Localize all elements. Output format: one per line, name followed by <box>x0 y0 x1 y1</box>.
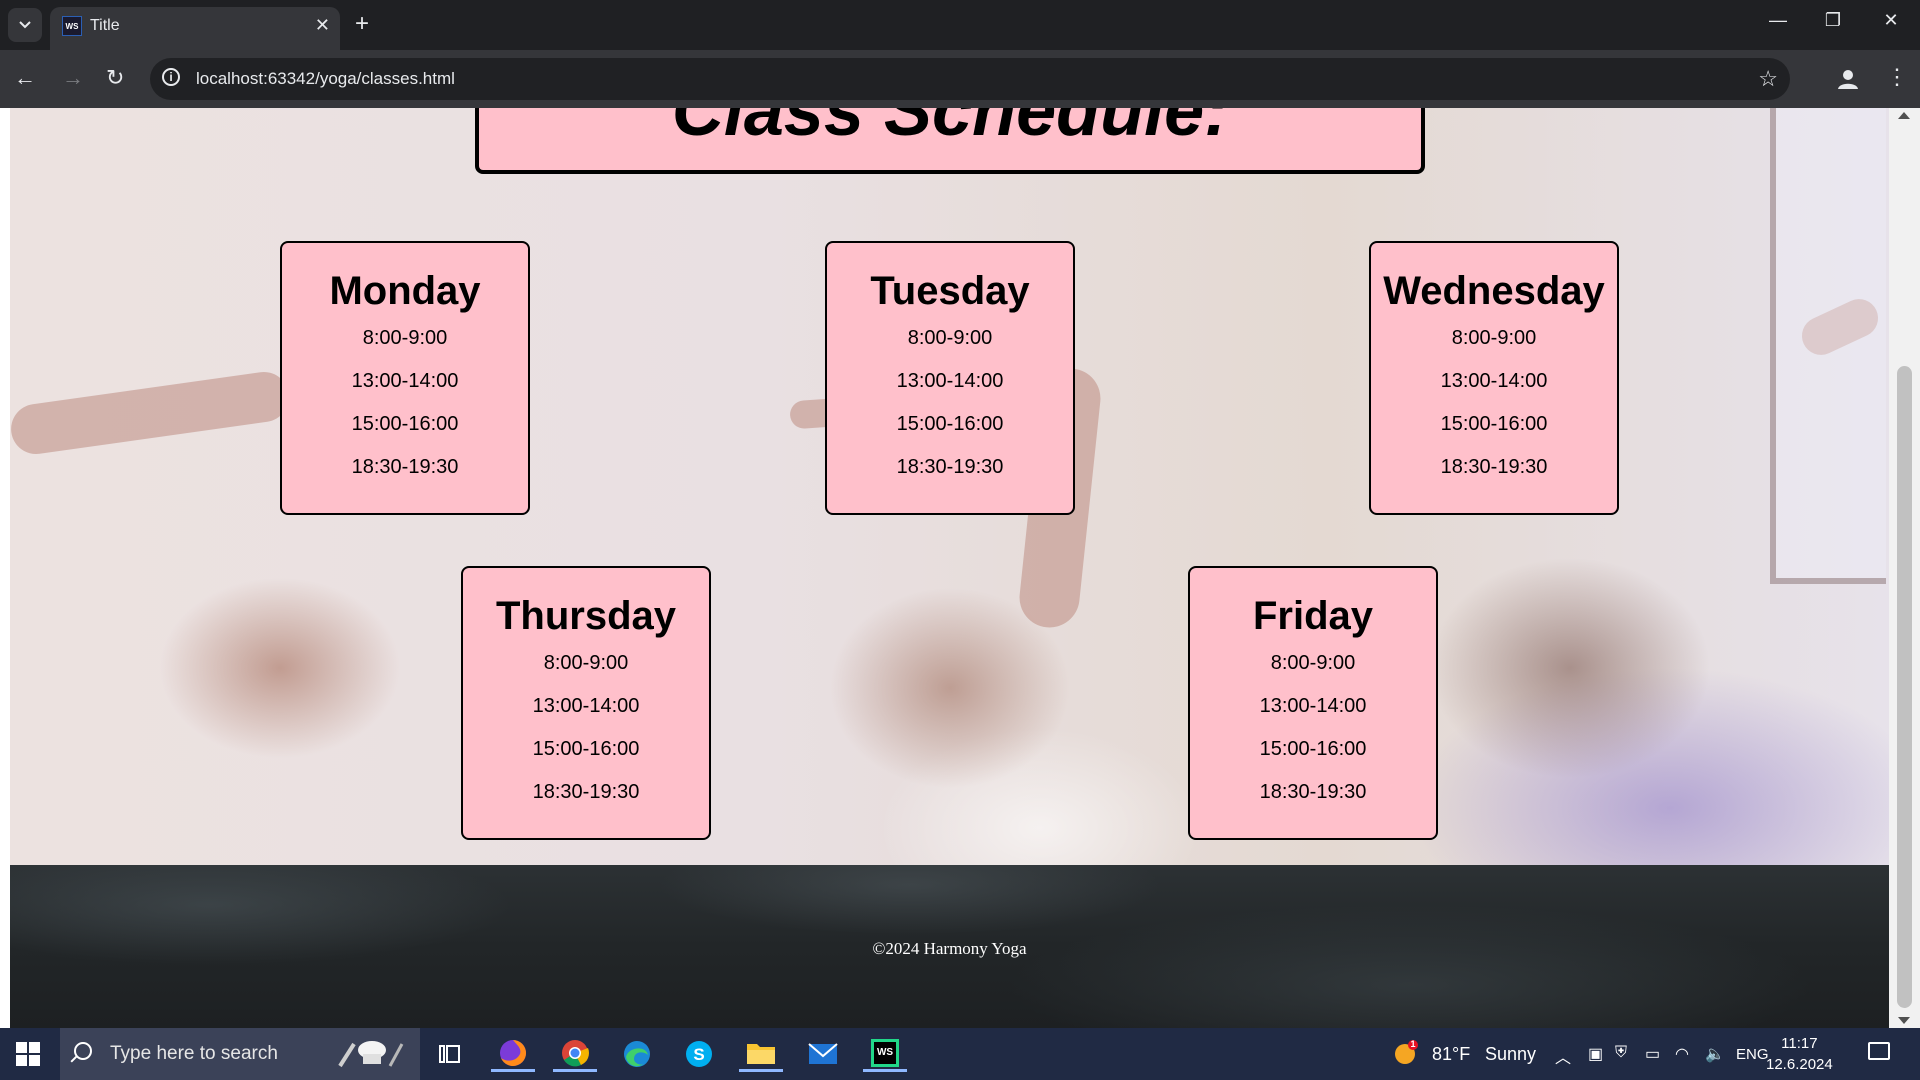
chrome-icon[interactable] <box>553 1036 597 1072</box>
clock-date: 12.6.2024 <box>1766 1056 1833 1073</box>
time-slot: 15:00-16:00 <box>1440 413 1548 435</box>
webstorm-favicon-icon: WS <box>62 16 82 36</box>
skype-icon[interactable]: S <box>677 1036 721 1072</box>
time-slot: 18:30-19:30 <box>1259 781 1367 803</box>
address-bar[interactable]: i localhost:63342/yoga/classes.html ☆ <box>150 58 1790 100</box>
security-icon[interactable]: ⛨ <box>1615 1044 1627 1062</box>
page-content: Class Schedule: Monday 8:00-9:00 13:00-1… <box>10 108 1889 1028</box>
notification-center-icon[interactable] <box>1868 1042 1890 1060</box>
time-slot: 18:30-19:30 <box>896 456 1004 478</box>
volume-icon[interactable]: 🔈 <box>1705 1044 1725 1064</box>
task-view-icon[interactable] <box>428 1036 472 1072</box>
time-slot: 8:00-9:00 <box>907 327 993 349</box>
page-footer: ©2024 Harmony Yoga <box>10 865 1889 1028</box>
scroll-up-arrow-icon[interactable] <box>1898 112 1910 119</box>
taskbar-clock[interactable]: 11:17 12.6.2024 <box>1766 1033 1833 1075</box>
edge-icon[interactable] <box>615 1036 659 1072</box>
day-name: Friday <box>1252 594 1374 638</box>
schedule-title-box: Class Schedule: <box>475 108 1425 174</box>
page-viewport: Class Schedule: Monday 8:00-9:00 13:00-1… <box>0 108 1920 1028</box>
reload-button[interactable]: ↻ <box>106 65 124 91</box>
weather-condition[interactable]: Sunny <box>1485 1044 1536 1065</box>
svg-text:S: S <box>693 1045 704 1064</box>
search-icon <box>74 1042 92 1060</box>
profile-icon[interactable] <box>1835 66 1861 92</box>
active-tab[interactable]: WS Title ✕ <box>50 7 340 50</box>
language-indicator[interactable]: ENG <box>1736 1046 1769 1063</box>
time-slot: 18:30-19:30 <box>1440 456 1548 478</box>
weather-temp[interactable]: 81°F <box>1432 1044 1470 1065</box>
back-button[interactable]: ← <box>14 65 36 91</box>
minimize-button[interactable]: — <box>1758 10 1798 31</box>
scroll-down-arrow-icon[interactable] <box>1898 1017 1910 1024</box>
clock-time: 11:17 <box>1781 1035 1818 1052</box>
time-slot: 15:00-16:00 <box>896 413 1004 435</box>
file-explorer-icon[interactable] <box>739 1036 783 1072</box>
day-name: Tuesday <box>870 269 1030 313</box>
browser-tab-bar: WS Title ✕ + — ❐ ✕ <box>0 0 1920 50</box>
restore-button[interactable]: ❐ <box>1813 10 1853 31</box>
browser-toolbar: ← → ↻ i localhost:63342/yoga/classes.htm… <box>0 50 1920 108</box>
time-slot: 18:30-19:30 <box>351 456 459 478</box>
footer-copyright: ©2024 Harmony Yoga <box>872 939 1027 958</box>
show-hidden-icons-chevron-icon[interactable]: ︿ <box>1555 1044 1571 1068</box>
battery-icon[interactable]: ▭ <box>1645 1044 1660 1064</box>
tab-search-button[interactable] <box>8 8 42 42</box>
search-placeholder[interactable]: Type here to search <box>110 1043 278 1065</box>
day-card-thursday: Thursday 8:00-9:00 13:00-14:00 15:00-16:… <box>461 566 711 840</box>
scrollbar-thumb[interactable] <box>1897 366 1912 1008</box>
windows-start-icon[interactable] <box>16 1042 40 1066</box>
new-tab-button[interactable]: + <box>355 10 369 38</box>
time-slot: 8:00-9:00 <box>543 652 629 674</box>
time-slot: 8:00-9:00 <box>1451 327 1537 349</box>
time-slot: 8:00-9:00 <box>362 327 448 349</box>
url-text[interactable]: localhost:63342/yoga/classes.html <box>196 69 455 89</box>
time-slot: 15:00-16:00 <box>532 738 640 760</box>
forward-button[interactable]: → <box>62 65 84 91</box>
time-slot: 13:00-14:00 <box>351 370 459 392</box>
menu-kebab-icon[interactable]: ⋮ <box>1886 64 1908 90</box>
mail-icon[interactable] <box>801 1036 845 1072</box>
time-slot: 15:00-16:00 <box>1259 738 1367 760</box>
weather-badge: 1 <box>1410 1039 1416 1049</box>
bookmark-star-icon[interactable]: ☆ <box>1758 66 1778 92</box>
time-slot: 8:00-9:00 <box>1270 652 1356 674</box>
time-slot: 13:00-14:00 <box>532 695 640 717</box>
weather-sun-icon[interactable]: 1 <box>1393 1039 1419 1066</box>
close-window-button[interactable]: ✕ <box>1871 10 1911 31</box>
webstorm-icon[interactable]: WS <box>863 1036 907 1072</box>
svg-text:WS: WS <box>877 1047 893 1058</box>
time-slot: 15:00-16:00 <box>351 413 459 435</box>
time-slot: 13:00-14:00 <box>1440 370 1548 392</box>
day-card-wednesday: Wednesday 8:00-9:00 13:00-14:00 15:00-16… <box>1369 241 1619 515</box>
tab-close-icon[interactable]: ✕ <box>315 15 330 36</box>
vertical-scrollbar[interactable] <box>1889 108 1920 1028</box>
day-card-friday: Friday 8:00-9:00 13:00-14:00 15:00-16:00… <box>1188 566 1438 840</box>
photo-window-frame <box>1770 108 1886 584</box>
day-name: Thursday <box>495 594 677 638</box>
day-name: Monday <box>329 269 481 313</box>
site-info-icon[interactable]: i <box>162 68 180 86</box>
day-card-tuesday: Tuesday 8:00-9:00 13:00-14:00 15:00-16:0… <box>825 241 1075 515</box>
search-highlight-chef-icon <box>338 1041 404 1068</box>
day-card-monday: Monday 8:00-9:00 13:00-14:00 15:00-16:00… <box>280 241 530 515</box>
time-slot: 13:00-14:00 <box>1259 695 1367 717</box>
chevron-down-icon <box>19 21 31 29</box>
time-slot: 18:30-19:30 <box>532 781 640 803</box>
photo-arm-shape <box>10 368 293 458</box>
taskbar-search-box[interactable]: Type here to search <box>60 1028 420 1080</box>
wifi-icon[interactable]: ◠ <box>1675 1044 1689 1064</box>
meet-now-icon[interactable]: ▣ <box>1588 1044 1603 1064</box>
page-title: Class Schedule: <box>671 108 1229 151</box>
windows-taskbar: Type here to search S WS 1 81°F Sunny ︿ … <box>0 1028 1920 1080</box>
hero-background-photo: Class Schedule: Monday 8:00-9:00 13:00-1… <box>10 108 1889 865</box>
firefox-icon[interactable] <box>491 1036 535 1072</box>
day-name: Wednesday <box>1383 269 1605 313</box>
tab-title: Title <box>90 17 120 34</box>
time-slot: 13:00-14:00 <box>896 370 1004 392</box>
